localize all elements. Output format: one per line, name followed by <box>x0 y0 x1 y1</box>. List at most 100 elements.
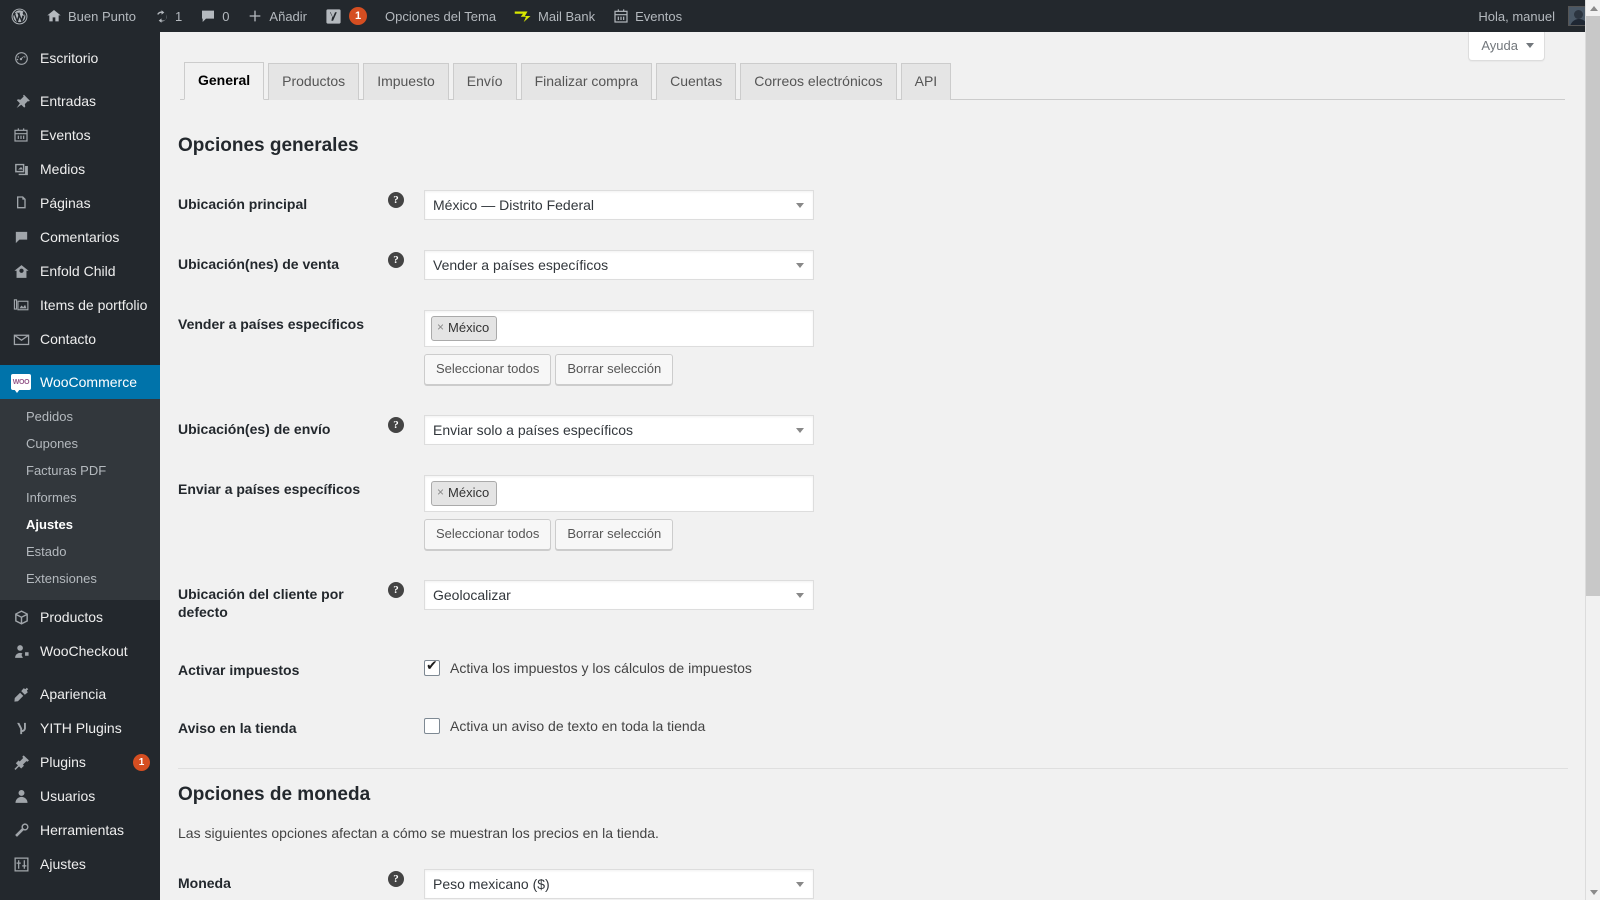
country-chip[interactable]: × México <box>431 480 498 506</box>
my-account-menu[interactable]: Hola, manuel <box>1469 0 1600 32</box>
row-label-shipping-locations: Ubicación(es) de envío <box>178 400 378 460</box>
sidebar-item-comentarios[interactable]: Comentarios <box>0 220 160 254</box>
submenu-item-extensiones[interactable]: Extensiones <box>0 565 160 592</box>
submenu-item-informes[interactable]: Informes <box>0 484 160 511</box>
theme-options-menu[interactable]: Opciones del Tema <box>376 0 505 32</box>
sidebar-item-herramientas[interactable]: Herramientas <box>0 813 160 847</box>
sidebar-item-apariencia[interactable]: Apariencia <box>0 677 160 711</box>
select-all-shipping-button[interactable]: Seleccionar todos <box>424 518 552 550</box>
row-label-currency: Moneda <box>178 854 378 900</box>
row-field-specific-shipping-countries: × México Seleccionar todos Borrar selecc… <box>414 460 1568 565</box>
user-check-icon <box>11 641 31 661</box>
specific-shipping-countries-chips[interactable]: × México <box>424 474 814 512</box>
wp-logo-menu[interactable] <box>0 0 37 32</box>
row-label-text: Aviso en la tienda <box>178 720 297 737</box>
tab-api[interactable]: API <box>900 63 952 100</box>
admin-bar-right: Hola, manuel <box>1469 0 1600 32</box>
help-tip-icon[interactable]: ? <box>388 581 404 598</box>
scrollbar-track[interactable] <box>1586 596 1600 884</box>
clear-selling-button[interactable]: Borrar selección <box>555 353 674 385</box>
tab-correos-electronicos[interactable]: Correos electrónicos <box>740 63 897 100</box>
selling-locations-select[interactable]: Vender a países específicos <box>424 249 814 280</box>
help-cell-empty <box>378 699 414 757</box>
menu-separator <box>0 356 160 365</box>
envelope-icon <box>11 329 31 349</box>
help-tip-icon[interactable]: ? <box>388 251 404 268</box>
selling-countries-buttons: Seleccionar todos Borrar selección <box>424 353 1558 385</box>
new-content-menu[interactable]: Añadir <box>238 0 316 32</box>
submenu-item-facturas-pdf[interactable]: Facturas PDF <box>0 457 160 484</box>
sidebar-item-label: Comentarios <box>40 229 120 245</box>
submenu-item-estado[interactable]: Estado <box>0 538 160 565</box>
sidebar-item-eventos[interactable]: Eventos <box>0 118 160 152</box>
help-tip-icon[interactable]: ? <box>388 416 404 433</box>
help-tip-icon[interactable]: ? <box>388 871 404 888</box>
tab-finalizar-compra[interactable]: Finalizar compra <box>520 63 653 100</box>
mail-bank-menu[interactable]: Mail Bank <box>505 0 604 32</box>
update-icon <box>154 9 169 24</box>
sidebar-item-yith-plugins[interactable]: YITH Plugins <box>0 711 160 745</box>
sidebar-item-productos[interactable]: Productos <box>0 600 160 634</box>
mail-bank-label: Mail Bank <box>538 8 596 24</box>
select-wrapper: Enviar solo a países específicos <box>424 414 814 445</box>
base-location-select[interactable]: México — Distrito Federal <box>424 189 814 220</box>
sidebar-item-plugins[interactable]: Plugins 1 <box>0 745 160 779</box>
store-notice-label[interactable]: Activa un aviso de texto en toda la tien… <box>450 718 705 734</box>
remove-chip-icon[interactable]: × <box>437 320 444 336</box>
sidebar-item-woocheckout[interactable]: WooCheckout <box>0 634 160 668</box>
enable-taxes-checkbox[interactable] <box>424 658 440 677</box>
select-wrapper: México — Distrito Federal <box>424 189 814 220</box>
select-wrapper: Peso mexicano ($) <box>424 869 814 900</box>
sidebar-item-ajustes[interactable]: Ajustes <box>0 847 160 881</box>
comments-menu[interactable]: 0 <box>191 0 238 32</box>
sidebar-item-items-de-portfolio[interactable]: Items de portfolio <box>0 288 160 322</box>
remove-chip-icon[interactable]: × <box>437 485 444 501</box>
seo-menu[interactable]: 1 <box>316 0 376 32</box>
specific-selling-countries-chips[interactable]: × México <box>424 309 814 347</box>
settings-icon <box>11 854 31 874</box>
tab-productos[interactable]: Productos <box>268 63 360 100</box>
tab-impuesto[interactable]: Impuesto <box>363 63 449 100</box>
select-all-selling-button[interactable]: Seleccionar todos <box>424 353 552 385</box>
sidebar-item-label: Apariencia <box>40 686 107 702</box>
eventos-menu[interactable]: Eventos <box>604 0 691 32</box>
row-label-text: Enviar a países específicos <box>178 480 361 497</box>
tab-cuentas[interactable]: Cuentas <box>656 63 737 100</box>
table-row: Ubicación(nes) de venta ? Vender a paíse… <box>178 235 1568 295</box>
shipping-locations-select[interactable]: Enviar solo a países específicos <box>424 414 814 445</box>
help-tip-icon[interactable]: ? <box>388 191 404 208</box>
row-field-specific-selling-countries: × México Seleccionar todos Borrar selecc… <box>414 295 1568 400</box>
tab-general[interactable]: General <box>184 62 265 100</box>
default-customer-address-select[interactable]: Geolocalizar <box>424 579 814 610</box>
sidebar-item-entradas[interactable]: Entradas <box>0 84 160 118</box>
clear-shipping-button[interactable]: Borrar selección <box>555 518 674 550</box>
scroll-up-button[interactable] <box>1586 0 1600 16</box>
site-name-menu[interactable]: Buen Punto <box>37 0 145 32</box>
country-chip[interactable]: × México <box>431 315 498 341</box>
page-scrollbar[interactable] <box>1585 0 1600 900</box>
tab-envio[interactable]: Envío <box>452 63 517 100</box>
sidebar-item-woocommerce[interactable]: WOO WooCommerce <box>0 365 168 399</box>
currency-options-table: Moneda ? Peso mexicano ($) <box>178 854 1568 900</box>
submenu-item-pedidos[interactable]: Pedidos <box>0 403 160 430</box>
sidebar-item-paginas[interactable]: Páginas <box>0 186 160 220</box>
updates-menu[interactable]: 1 <box>145 0 191 32</box>
submenu-item-ajustes[interactable]: Ajustes <box>0 511 160 538</box>
scrollbar-thumb[interactable] <box>1586 16 1600 596</box>
yith-icon <box>11 718 31 738</box>
site-name-label: Buen Punto <box>68 8 136 24</box>
general-options-table: Ubicación principal ? México — Distrito … <box>178 175 1568 758</box>
sidebar-item-contacto[interactable]: Contacto <box>0 322 160 356</box>
scroll-down-button[interactable] <box>1586 884 1600 900</box>
currency-select[interactable]: Peso mexicano ($) <box>424 869 814 900</box>
sidebar-item-medios[interactable]: Medios <box>0 152 160 186</box>
row-field-enable-taxes: Activa los impuestos y los cálculos de i… <box>414 641 1568 699</box>
submenu-item-cupones[interactable]: Cupones <box>0 430 160 457</box>
sidebar-item-enfold-child[interactable]: Enfold Child <box>0 254 160 288</box>
home-icon <box>11 261 31 281</box>
help-toggle-button[interactable]: Ayuda <box>1468 32 1545 61</box>
enable-taxes-label[interactable]: Activa los impuestos y los cálculos de i… <box>450 660 752 676</box>
sidebar-item-usuarios[interactable]: Usuarios <box>0 779 160 813</box>
sidebar-item-escritorio[interactable]: Escritorio <box>0 41 160 75</box>
store-notice-checkbox[interactable] <box>424 718 440 735</box>
